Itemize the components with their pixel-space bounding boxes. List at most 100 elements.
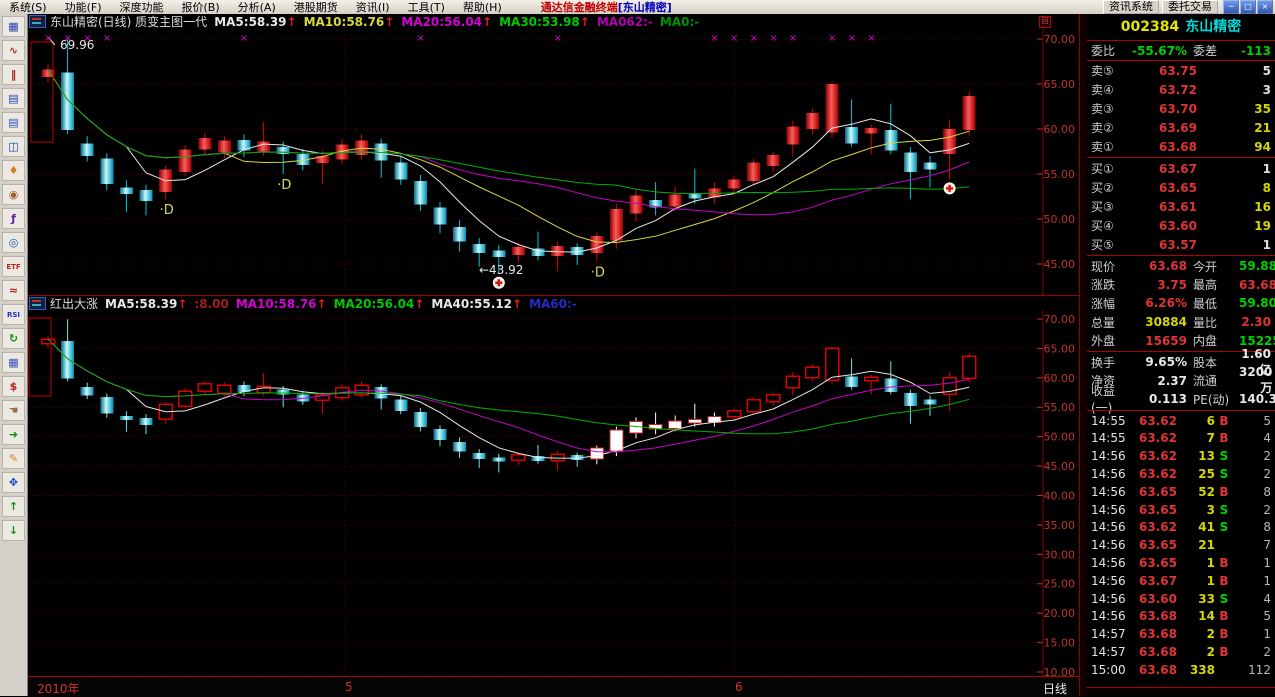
candlestick-icon[interactable]: ‖ — [2, 64, 25, 85]
formula-icon[interactable]: ƒ — [2, 208, 25, 229]
grid-small-icon[interactable]: ▦ — [2, 352, 25, 373]
svg-text:×: × — [828, 33, 836, 44]
menu-item[interactable]: 工具(T) — [399, 1, 454, 14]
svg-text:50.00: 50.00 — [1044, 431, 1076, 444]
ask-row[interactable]: 卖③ 63.70 35 — [1087, 99, 1275, 118]
money-icon[interactable]: $ — [2, 376, 25, 397]
svg-text:15.00: 15.00 — [1044, 637, 1076, 650]
titlebar-buttons: 资讯系统 委托交易 — [1103, 0, 1218, 14]
time-axis[interactable]: 2010年 5 6 日线 — [27, 676, 1079, 697]
menu-item[interactable]: 港股期货 — [285, 1, 347, 14]
bid-row[interactable]: 买④ 63.60 19 — [1087, 216, 1275, 235]
ask-row[interactable]: 卖② 63.69 21 — [1087, 118, 1275, 137]
tick-row: 14:56 63.62 25 S 2 — [1091, 467, 1271, 482]
info-list-icon[interactable]: ▤ — [2, 112, 25, 133]
titlebar-button[interactable]: 委托交易 — [1162, 0, 1218, 14]
bid-row[interactable]: 买① 63.67 1 — [1087, 159, 1275, 178]
tick-row: 14:57 63.68 2 B 2 — [1091, 645, 1271, 659]
svg-text:60.00: 60.00 — [1044, 123, 1076, 136]
menu-item[interactable]: 深度功能 — [111, 1, 173, 14]
minute-chart-icon[interactable]: ∿ — [2, 40, 25, 61]
pencil-icon[interactable]: ✎ — [2, 448, 25, 469]
close-icon[interactable]: × — [1257, 0, 1273, 14]
svg-text:55.00: 55.00 — [1044, 168, 1076, 181]
wave-icon[interactable]: ≈ — [2, 280, 25, 301]
indicator-candlestick-chart[interactable]: 70.00 65.00 60.00 55.00 50.00 45.00 40.00 35.00… — [27, 310, 1079, 679]
svg-text:25.00: 25.00 — [1044, 578, 1076, 591]
panel-bottom-strip — [1087, 687, 1275, 696]
indicator-header: 红出大涨 MA5:58.39↑:8.00 MA10:58.76↑ MA20:56.0… — [27, 295, 1079, 311]
quote-list-icon[interactable]: ▤ — [2, 88, 25, 109]
tick-row: 14:56 63.62 13 S 2 — [1091, 449, 1271, 464]
weicha-value: -113 — [1240, 43, 1271, 58]
tick-row: 14:56 63.60 33 S 4 — [1091, 591, 1271, 606]
svg-text:·D: ·D — [591, 265, 605, 280]
svg-text:65.00: 65.00 — [1044, 78, 1076, 91]
ma-value: MA10:58.76↑ — [303, 14, 395, 29]
main-ma-values: MA5:58.39↑ MA10:58.76↑ MA20:56.04↑ MA30:53.… — [207, 15, 699, 29]
svg-text:×: × — [867, 33, 875, 44]
ask-row[interactable]: 卖⑤ 63.75 5 — [1087, 61, 1275, 80]
refresh-icon[interactable]: ↻ — [2, 328, 25, 349]
svg-text:×: × — [83, 33, 91, 44]
bid-row[interactable]: 买③ 63.61 16 — [1087, 197, 1275, 216]
rsi-icon[interactable]: RSI — [2, 304, 25, 325]
menu-item[interactable]: 资讯(I) — [347, 1, 399, 14]
tick-row: 14:56 63.62 41 S 8 — [1091, 520, 1271, 535]
tick-row: 14:56 63.65 52 B 8 — [1091, 484, 1271, 499]
quote-stats: 现价 63.68 今开 59.88 涨跌 3.75 最高 63.68 涨幅 6.26% 最低 59.8… — [1087, 257, 1275, 350]
menu-bar: 系统(S) 功能(F) 深度功能 报价(B) 分析(A) 港股期货 资讯(I) 工具(T) 帮助… — [0, 0, 511, 15]
community-icon[interactable]: ◉ — [2, 184, 25, 205]
indicator-icon[interactable] — [29, 297, 46, 310]
ask-row[interactable]: 卖① 63.68 94 — [1087, 137, 1275, 156]
zoom-search-icon[interactable]: ◎ — [2, 232, 25, 253]
main-candlestick-chart[interactable]: 70.00 65.00 60.00 55.00 50.00 45.00 69.96 ←43.9… — [27, 29, 1079, 295]
chart-type-icon[interactable] — [29, 15, 46, 28]
hand-pointer-icon[interactable]: ☚ — [2, 400, 25, 421]
period-label: 日线 — [1043, 682, 1068, 696]
stock-name: 东山精密 — [1185, 19, 1242, 35]
tick-row: 14:55 63.62 7 B 4 — [1091, 431, 1271, 446]
pane-maximize-icon[interactable]: 回 — [1039, 15, 1051, 28]
svg-text:·D: ·D — [160, 203, 174, 218]
svg-text:×: × — [240, 33, 248, 44]
menu-item[interactable]: 报价(B) — [173, 1, 229, 14]
bid-row[interactable]: 买② 63.65 8 — [1087, 178, 1275, 197]
tick-row: 14:56 63.67 1 B 1 — [1091, 573, 1271, 588]
up-arrow-icon: ↑ — [177, 296, 188, 311]
minimize-icon[interactable]: ─ — [1223, 0, 1239, 14]
arrow-down-icon[interactable]: ↓ — [2, 520, 25, 541]
quote-grid-icon[interactable]: ▦ — [2, 16, 25, 37]
tick-list[interactable]: 14:55 63.62 6 B 5 14:55 63.62 7 B 4 14:56 63.62 13 S 2… — [1087, 412, 1275, 679]
svg-text:70.00: 70.00 — [1044, 313, 1076, 326]
ask-row[interactable]: 卖④ 63.72 3 — [1087, 80, 1275, 99]
arrow-up-icon[interactable]: ↑ — [2, 496, 25, 517]
move-cross-icon[interactable]: ✥ — [2, 472, 25, 493]
app-title-text: 通达信金融终端 — [540, 1, 618, 14]
stock-code: 002384 — [1120, 19, 1180, 35]
ma-value: MA0:- — [659, 14, 700, 29]
ma-value: MA30:53.98↑ — [499, 14, 590, 29]
menu-item[interactable]: 分析(A) — [229, 1, 285, 14]
app-title: 通达信金融终端[东山精密] — [541, 0, 672, 15]
menu-item[interactable]: 帮助(H) — [454, 1, 511, 14]
titlebar-button[interactable]: 资讯系统 — [1103, 0, 1159, 14]
stat-row: 收益(一) 0.113 PE(动) 140.3 — [1091, 384, 1275, 416]
tick-row: 14:56 63.65 1 B 1 — [1091, 556, 1271, 571]
chart-area: 东山精密(日线) 质变主图一代 MA5:58.39↑ MA10:58.76↑ MA2… — [27, 14, 1079, 697]
message-icon[interactable]: ♦ — [2, 160, 25, 181]
exit-icon[interactable]: ➜ — [2, 424, 25, 445]
ma-value: MA20:56.04↑ — [333, 296, 425, 311]
restore-icon[interactable]: □ — [1240, 0, 1256, 14]
bid-row[interactable]: 买⑤ 63.57 1 — [1087, 235, 1275, 254]
svg-text:×: × — [848, 33, 856, 44]
ma-value: MA60:- — [529, 296, 577, 311]
etf-icon[interactable]: ETF — [2, 256, 25, 277]
svg-text:×: × — [769, 33, 777, 44]
weibi-value: -55.67% — [1132, 43, 1187, 58]
menu-item[interactable]: 功能(F) — [56, 1, 111, 14]
window-layout-icon[interactable]: ◫ — [2, 136, 25, 157]
up-arrow-icon: ↑ — [512, 296, 523, 311]
menu-item[interactable]: 系统(S) — [0, 1, 56, 14]
app-title-stock: [东山精密] — [617, 1, 672, 14]
